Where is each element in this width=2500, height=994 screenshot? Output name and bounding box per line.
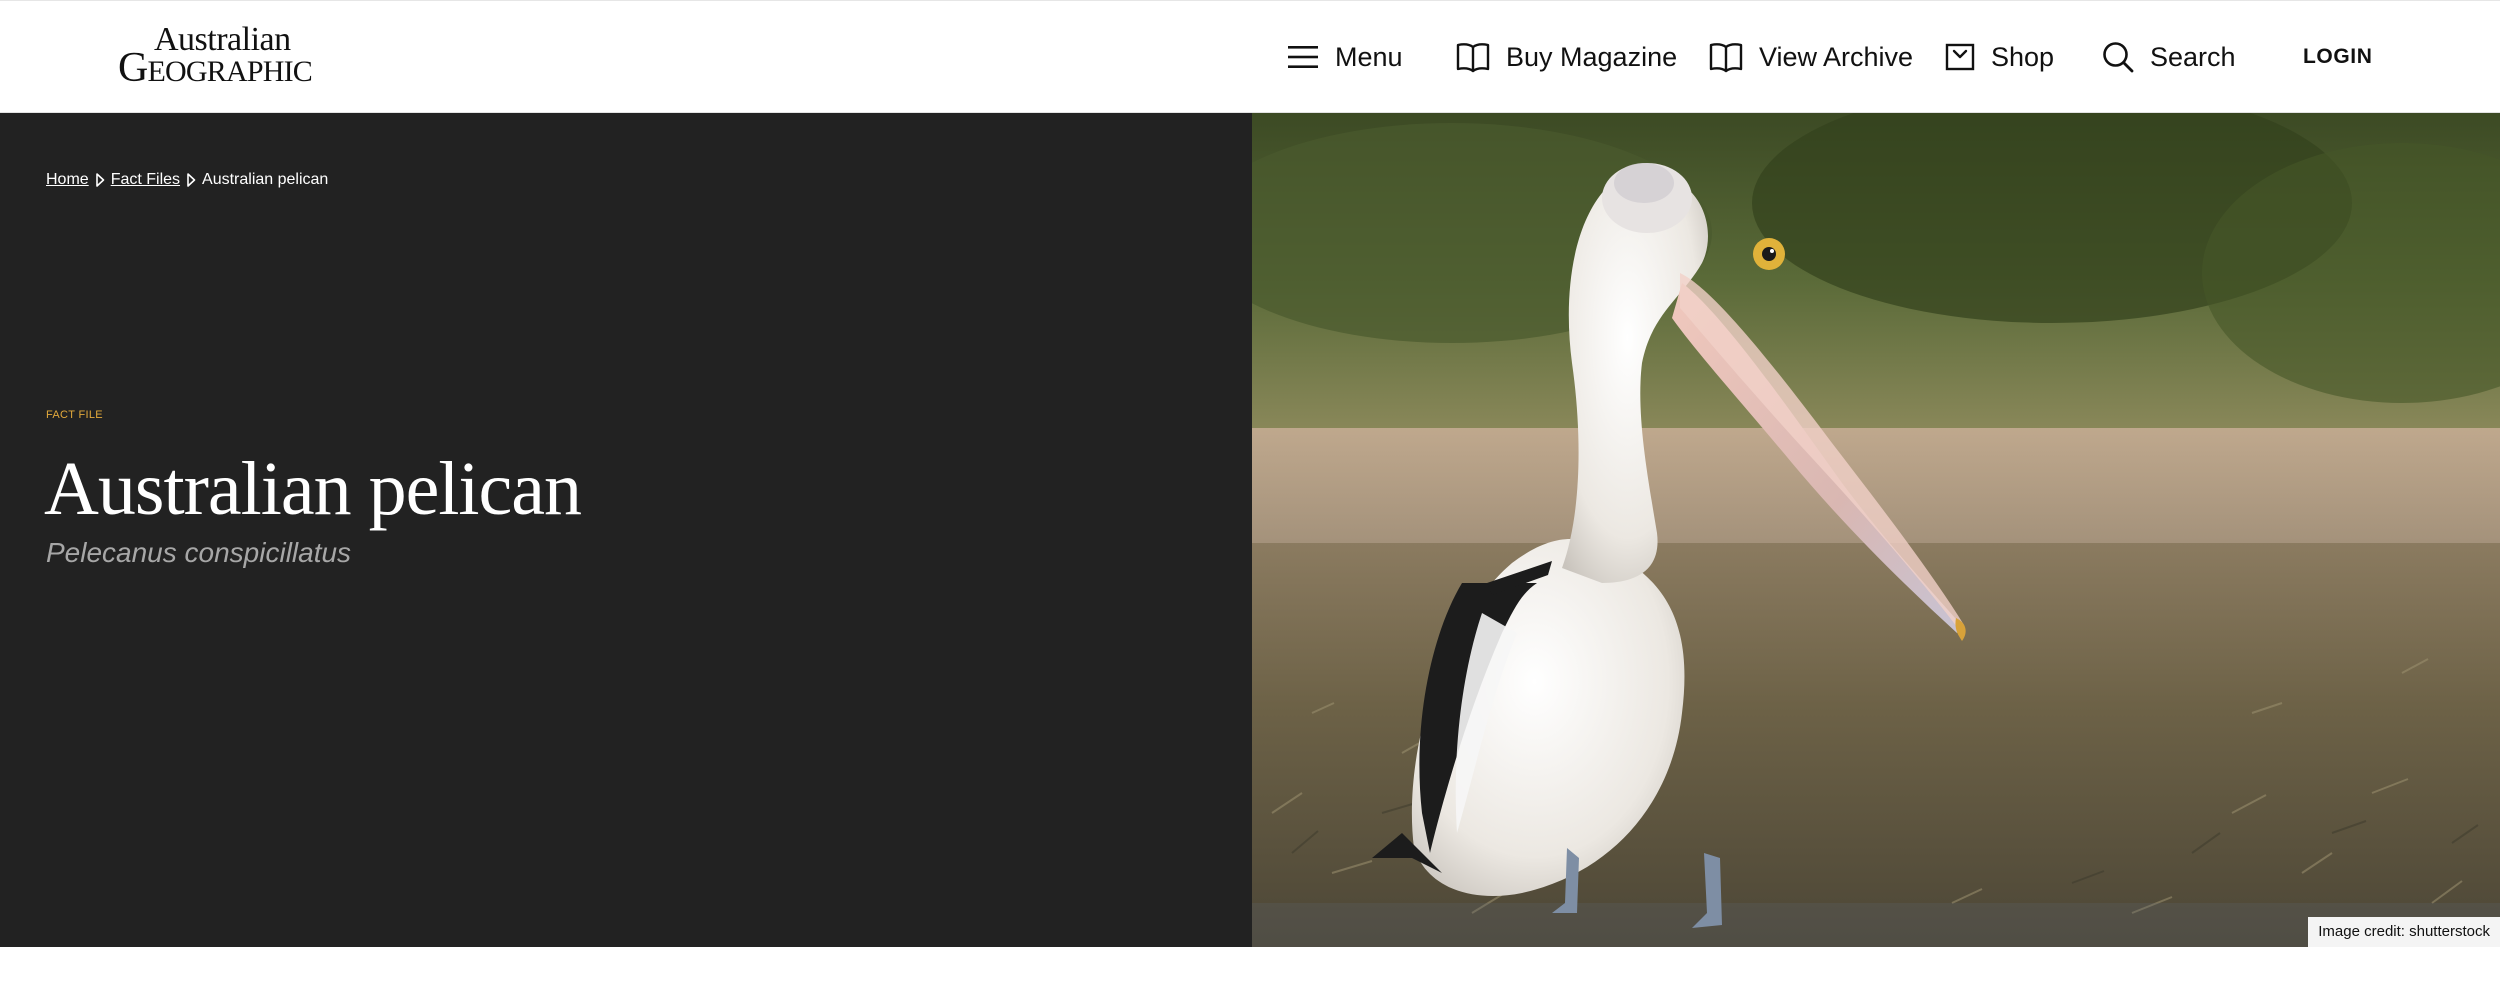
nav-menu-label: Menu bbox=[1335, 41, 1403, 72]
nav-buy-magazine-link[interactable]: Buy Magazine bbox=[1456, 37, 1677, 77]
nav-search-button[interactable]: Search bbox=[2102, 37, 2236, 77]
hero-image: Image credit: shutterstock bbox=[1252, 113, 2500, 947]
shopping-bag-icon bbox=[1945, 43, 1975, 71]
breadcrumb-arrow-icon bbox=[187, 173, 196, 187]
login-button[interactable]: LOGIN bbox=[2303, 37, 2373, 77]
breadcrumb: Home Fact Files Australian pelican bbox=[46, 171, 328, 189]
logo-line-2: GEOGRAPHIC bbox=[118, 45, 313, 91]
site-logo[interactable]: Australian GEOGRAPHIC bbox=[118, 23, 314, 90]
nav-menu-button[interactable]: Menu bbox=[1287, 37, 1403, 77]
hero-text-panel: Home Fact Files Australian pelican FACT … bbox=[0, 113, 1252, 947]
page-title: Australian pelican bbox=[44, 447, 582, 531]
pelican-photo bbox=[1252, 113, 2500, 947]
book-icon bbox=[1456, 43, 1490, 73]
scientific-name: Pelecanus conspicillatus bbox=[46, 537, 352, 568]
menu-icon bbox=[1288, 46, 1318, 68]
book-icon bbox=[1709, 43, 1743, 73]
nav-search-label: Search bbox=[2150, 41, 2236, 72]
category-label: FACT FILE bbox=[46, 409, 103, 421]
nav-view-archive-link[interactable]: View Archive bbox=[1709, 37, 1913, 77]
breadcrumb-current: Australian pelican bbox=[202, 171, 329, 188]
nav-buy-magazine-label: Buy Magazine bbox=[1506, 41, 1678, 72]
nav-shop-label: Shop bbox=[1991, 41, 2055, 72]
site-header: Australian GEOGRAPHIC Menu Buy Magazine … bbox=[0, 1, 2500, 113]
image-credit: Image credit: shutterstock bbox=[2308, 917, 2500, 947]
search-icon bbox=[2103, 42, 2134, 73]
nav-view-archive-label: View Archive bbox=[1759, 41, 1914, 72]
breadcrumb-fact-files-link[interactable]: Fact Files bbox=[111, 171, 180, 189]
breadcrumb-home-link[interactable]: Home bbox=[46, 171, 89, 189]
breadcrumb-arrow-icon bbox=[95, 173, 104, 187]
nav-shop-link[interactable]: Shop bbox=[1945, 37, 2054, 77]
